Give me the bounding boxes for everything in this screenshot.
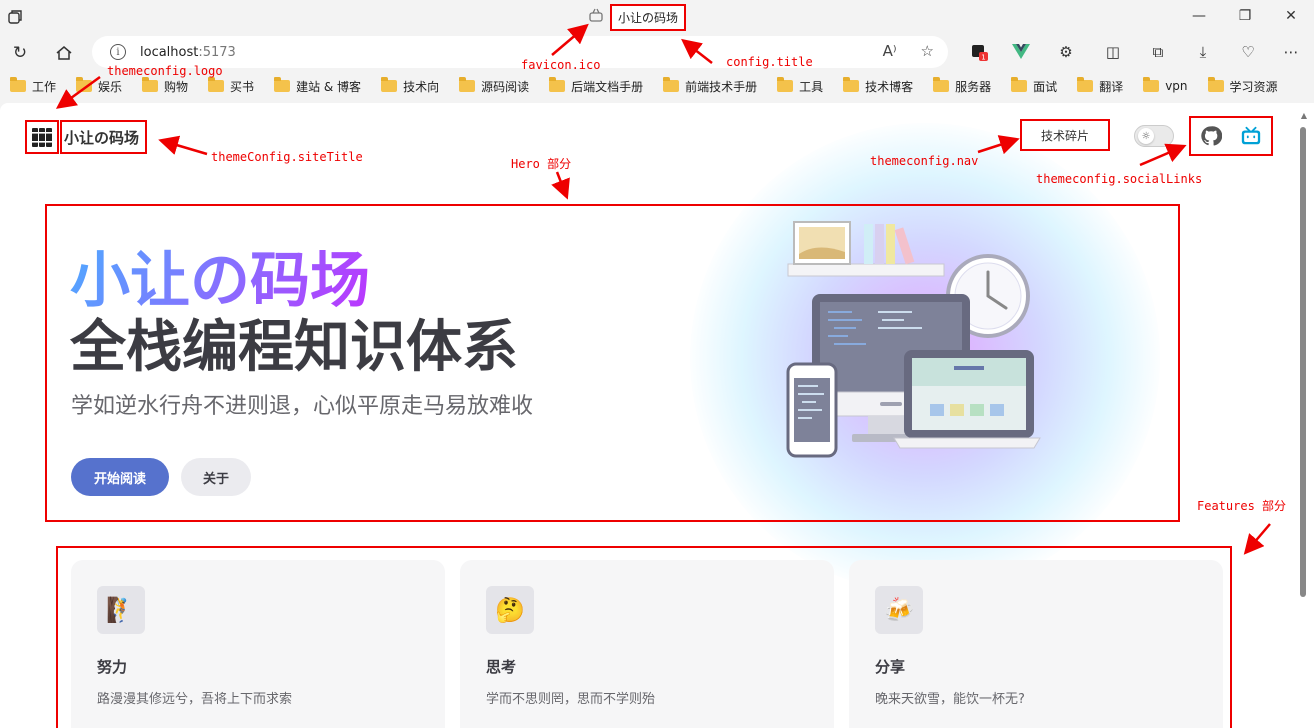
url-text[interactable]: localhost:5173: [140, 45, 236, 60]
annotation-nav: themeconfig.nav: [870, 154, 979, 168]
feature-details: 路漫漫其修远兮，吾将上下而求索: [97, 692, 293, 707]
close-button[interactable]: ✕: [1268, 0, 1314, 32]
about-button[interactable]: 关于: [181, 458, 251, 496]
site-info-icon[interactable]: i: [110, 44, 126, 60]
folder-icon: [459, 77, 476, 92]
folder-icon: [1011, 77, 1028, 92]
bookmark-folder[interactable]: vpn: [1143, 77, 1188, 93]
clinking-beer-icon: 🍻: [875, 586, 923, 634]
bookmark-folder[interactable]: 前端技术手册: [663, 77, 757, 95]
bookmark-folder[interactable]: 源码阅读: [459, 77, 529, 95]
hero-text: 全栈编程知识体系: [70, 315, 518, 380]
folder-icon: [549, 77, 566, 92]
maximize-button[interactable]: ❐: [1222, 0, 1268, 32]
extensions-puzzle-icon[interactable]: ⚙: [1055, 41, 1077, 63]
hero-name: 小让の码场: [70, 246, 370, 316]
bookmark-folder[interactable]: 技术向: [381, 77, 439, 95]
feature-details: 晚来天欲雪，能饮一杯无?: [875, 692, 1025, 707]
bookmark-folder[interactable]: 买书: [208, 77, 254, 95]
bookmark-folder[interactable]: 后端文档手册: [549, 77, 643, 95]
bookmark-folder[interactable]: 购物: [142, 77, 188, 95]
climbing-icon: 🧗: [97, 586, 145, 634]
scrollbar-thumb[interactable]: [1300, 127, 1306, 597]
sun-icon: ☼: [1138, 128, 1154, 144]
theme-toggle[interactable]: ☼: [1134, 125, 1174, 147]
folder-icon: [1207, 77, 1224, 92]
folder-icon: [381, 77, 398, 92]
feature-title: 努力: [97, 658, 128, 676]
github-icon[interactable]: [1200, 125, 1222, 147]
folder-icon: [1143, 77, 1160, 92]
hero-tagline: 学如逆水行舟不进则退，心似平原走马易放难收: [71, 394, 534, 419]
folder-icon: [663, 77, 680, 92]
folder-icon: [142, 77, 159, 92]
svg-text:1: 1: [981, 54, 985, 62]
home-icon[interactable]: [52, 41, 76, 65]
bookmark-folder[interactable]: 建站 & 博客: [274, 77, 361, 95]
extension-icon[interactable]: 1: [968, 41, 990, 63]
annotation-favicon: favicon.ico: [521, 58, 601, 72]
page-viewport: ▲ 小让の码场 技术碎片 ☼ 小让の码场 全栈编程知识体系 学如逆水行舟不进则退…: [0, 103, 1314, 728]
downloads-icon[interactable]: ⤓: [1192, 41, 1214, 63]
workspaces-icon[interactable]: [6, 8, 24, 26]
more-menu-icon[interactable]: ⋯: [1280, 41, 1302, 63]
vue-devtools-icon[interactable]: [1010, 41, 1032, 63]
books-icon: [32, 128, 52, 147]
bookmark-folder[interactable]: 工作: [10, 77, 56, 95]
folder-icon: [10, 77, 26, 92]
bookmark-folder[interactable]: 学习资源: [1207, 77, 1278, 95]
bookmark-folder[interactable]: 面试: [1011, 77, 1057, 95]
folder-icon: [933, 77, 950, 92]
window-titlebar: 小让の码场 — ❐ ✕: [0, 0, 1314, 34]
bookmark-folder[interactable]: 工具: [777, 77, 823, 95]
feature-title: 思考: [486, 658, 517, 676]
tab-title[interactable]: 小让の码场: [610, 3, 687, 31]
folder-icon: [843, 77, 860, 92]
bilibili-icon[interactable]: [1240, 125, 1262, 147]
minimize-button[interactable]: —: [1176, 0, 1222, 32]
bookmark-folder[interactable]: 翻译: [1077, 77, 1123, 95]
bookmark-folder[interactable]: 娱乐: [76, 77, 122, 95]
site-logo[interactable]: [25, 120, 59, 154]
folder-icon: [777, 77, 794, 92]
favorite-star-icon[interactable]: ☆: [921, 42, 934, 60]
hero-devices-illustration: [786, 221, 1041, 458]
folder-icon: [274, 77, 291, 92]
site-navbar: 小让の码场 技术碎片 ☼: [0, 103, 1314, 167]
bookmark-folder[interactable]: 服务器: [933, 77, 991, 95]
feature-card: 🧗 努力 路漫漫其修远兮，吾将上下而求索: [71, 560, 445, 728]
folder-icon: [1077, 77, 1094, 92]
feature-card: 🤔 思考 学而不思则罔，思而不学则殆: [460, 560, 834, 728]
collections-icon[interactable]: ⧉: [1147, 41, 1169, 63]
feature-title: 分享: [875, 658, 906, 676]
nav-link-tech-fragments[interactable]: 技术碎片: [1020, 119, 1110, 151]
start-reading-button[interactable]: 开始阅读: [71, 458, 169, 496]
site-title[interactable]: 小让の码场: [60, 120, 148, 154]
annotation-site-title: themeConfig.siteTitle: [211, 150, 363, 164]
refresh-icon[interactable]: ↻: [8, 41, 32, 65]
folder-icon: [76, 77, 93, 92]
thinking-face-icon: 🤔: [486, 586, 534, 634]
split-screen-icon[interactable]: ◫: [1102, 41, 1124, 63]
annotation-logo: themeconfig.logo: [107, 64, 223, 78]
annotation-config-title: config.title: [726, 55, 813, 69]
folder-icon: [208, 77, 225, 92]
social-links: [1189, 116, 1273, 156]
browser-essentials-icon[interactable]: ♡: [1237, 41, 1259, 63]
bookmark-folder[interactable]: 技术博客: [843, 77, 913, 95]
feature-details: 学而不思则罔，思而不学则殆: [486, 692, 656, 707]
read-aloud-icon[interactable]: A⁾: [883, 42, 897, 60]
annotation-features: Features 部分: [1197, 499, 1287, 513]
annotation-hero: Hero 部分: [511, 157, 572, 171]
favicon-icon: [588, 7, 604, 27]
annotation-social-links: themeconfig.socialLinks: [1036, 172, 1203, 186]
feature-card: 🍻 分享 晚来天欲雪，能饮一杯无?: [849, 560, 1223, 728]
